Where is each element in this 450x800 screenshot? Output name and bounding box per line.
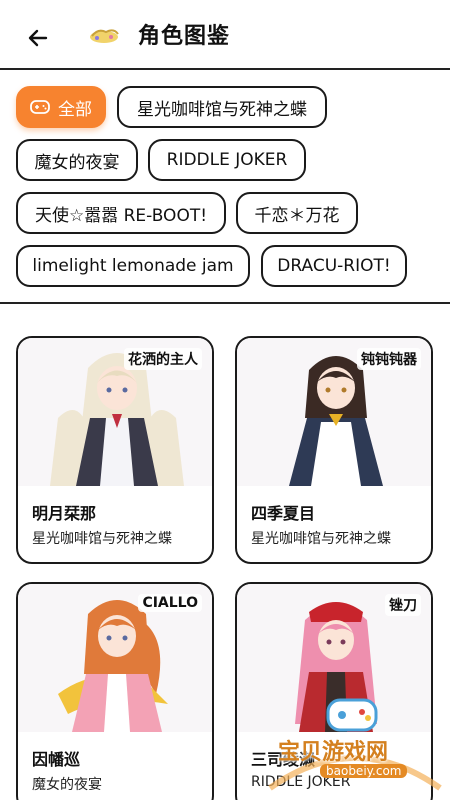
watermark-text: 宝贝游戏网: [278, 740, 389, 765]
character-card[interactable]: CIALLO 因幡巡 魔女的夜宴: [16, 582, 214, 800]
character-name: 明月栞那: [32, 504, 97, 523]
page-title: 角色图鉴: [138, 24, 231, 49]
filter-chip-game[interactable]: RIDDLE JOKER: [148, 139, 306, 181]
character-game: 魔女的夜宴: [32, 777, 102, 793]
arrow-left-icon: [28, 29, 48, 47]
back-button[interactable]: [22, 22, 54, 54]
character-tag: 锉刀: [385, 594, 421, 616]
filter-chip-game[interactable]: 星光咖啡馆与死神之蝶: [117, 86, 327, 128]
character-tag: CIALLO: [138, 594, 202, 612]
character-portrait: 花洒的主人: [18, 338, 212, 486]
filter-chip-game[interactable]: DRACU-RIOT!: [261, 245, 407, 287]
watermark-url: baobeiy.com: [320, 764, 408, 778]
watermark: 宝贝游戏网 baobeiy.com: [260, 688, 450, 800]
character-portrait: 钝钝钝器: [237, 338, 431, 486]
filter-chip-label: 全部: [58, 99, 92, 120]
character-name: 四季夏目: [251, 504, 316, 523]
filter-chip-game[interactable]: 天使☆嚣嚣 RE-BOOT!: [16, 192, 226, 234]
hand-logo-icon: [90, 29, 119, 43]
character-game: 星光咖啡馆与死神之蝶: [32, 531, 172, 547]
character-card[interactable]: 花洒的主人 明月栞那 星光咖啡馆与死神之蝶: [16, 336, 214, 564]
filter-chip-game[interactable]: limelight lemonade jam: [16, 245, 250, 287]
gamepad-icon: [30, 100, 50, 114]
character-tag: 花洒的主人: [124, 348, 202, 370]
top-bar: 角色图鉴: [0, 0, 450, 70]
filter-chip-game[interactable]: 千恋＊万花: [236, 192, 358, 234]
filter-chip-group: 全部 星光咖啡馆与死神之蝶 魔女的夜宴 RIDDLE JOKER 天使☆嚣嚣 R…: [0, 70, 450, 304]
filter-chip-all[interactable]: 全部: [16, 86, 106, 128]
character-name: 因幡巡: [32, 750, 81, 769]
character-portrait: CIALLO: [18, 584, 212, 732]
character-card[interactable]: 钝钝钝器 四季夏目 星光咖啡馆与死神之蝶: [235, 336, 433, 564]
character-game: 星光咖啡馆与死神之蝶: [251, 531, 391, 547]
filter-chip-game[interactable]: 魔女的夜宴: [16, 139, 138, 181]
character-tag: 钝钝钝器: [357, 348, 421, 370]
